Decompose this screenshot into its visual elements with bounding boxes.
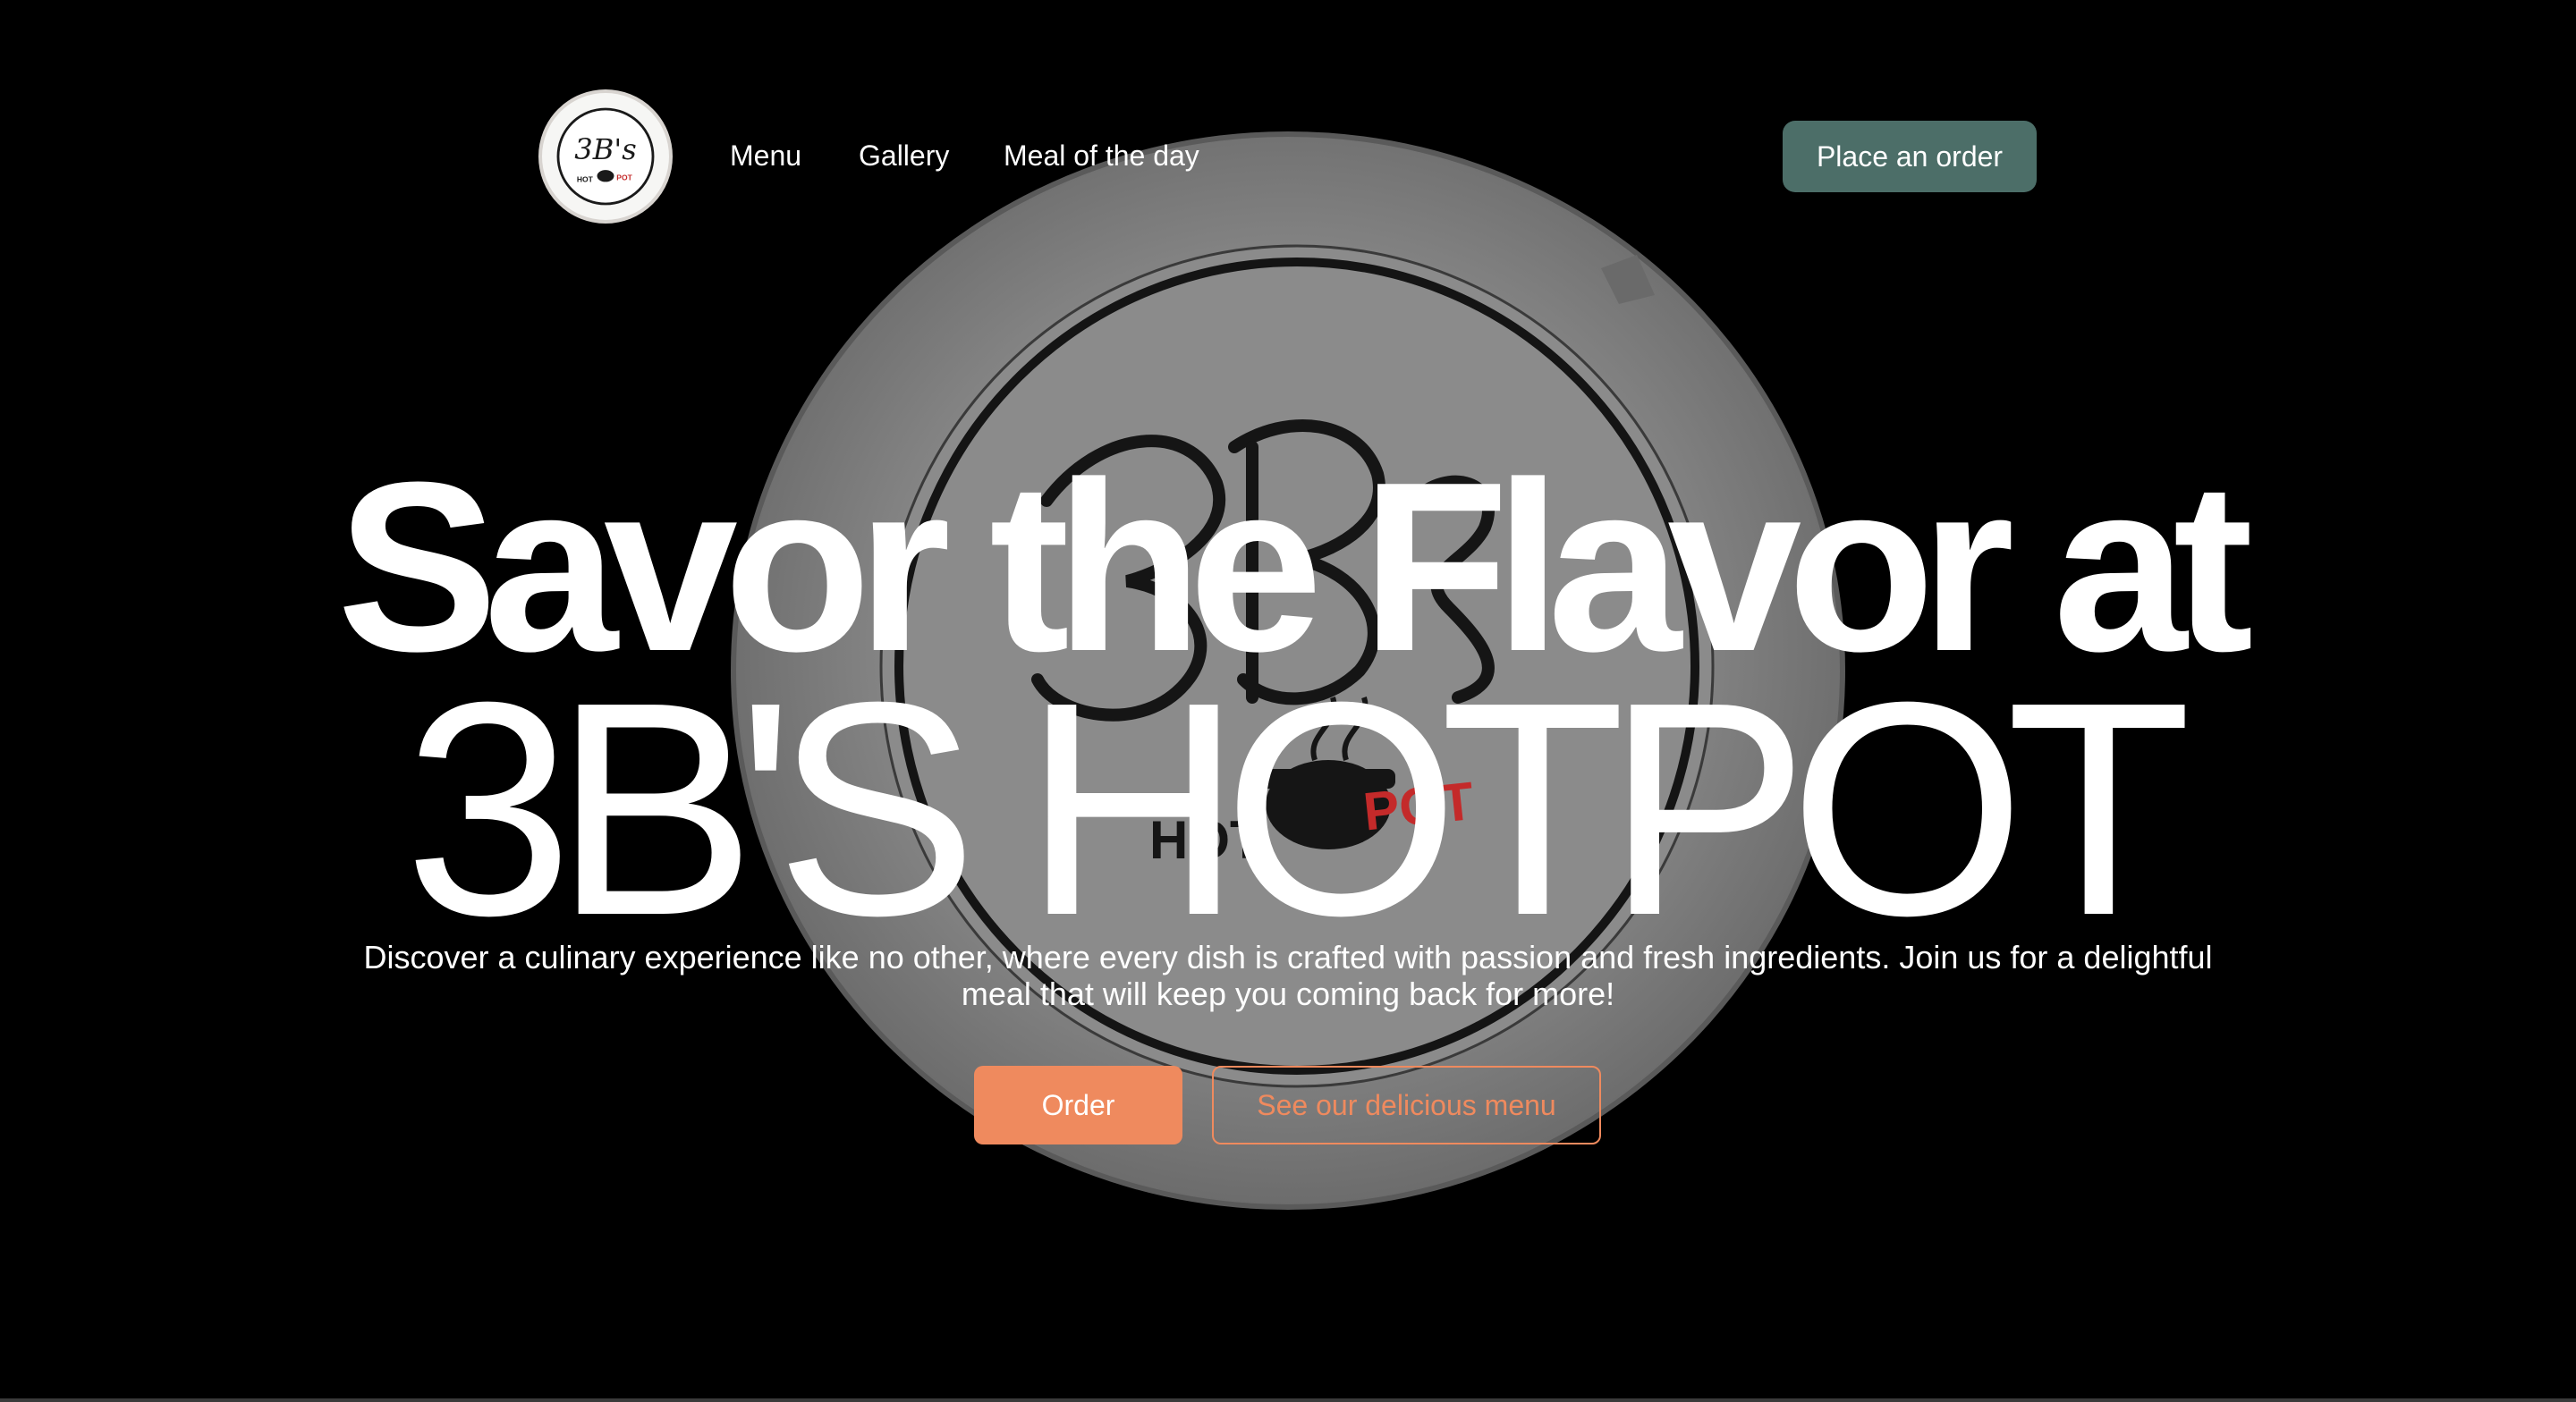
hero-title-line2: 3B'S HOTPOT bbox=[403, 639, 2192, 979]
hero-description: Discover a culinary experience like no o… bbox=[363, 939, 2213, 1012]
bottom-divider bbox=[0, 1398, 2576, 1402]
nav-link-meal-of-the-day[interactable]: Meal of the day bbox=[1004, 136, 1199, 175]
order-button[interactable]: Order bbox=[974, 1066, 1182, 1144]
place-order-button[interactable]: Place an order bbox=[1783, 121, 2037, 192]
brand-logo-sub-left: HOT bbox=[577, 174, 594, 183]
brand-logo[interactable]: 3B's HOT POT bbox=[538, 89, 673, 224]
nav-link-menu[interactable]: Menu bbox=[730, 136, 801, 175]
see-menu-button[interactable]: See our delicious menu bbox=[1212, 1066, 1601, 1144]
brand-logo-text: 3B's bbox=[574, 132, 636, 166]
brand-logo-sub-right: POT bbox=[616, 173, 632, 182]
nav-link-gallery[interactable]: Gallery bbox=[859, 136, 949, 175]
